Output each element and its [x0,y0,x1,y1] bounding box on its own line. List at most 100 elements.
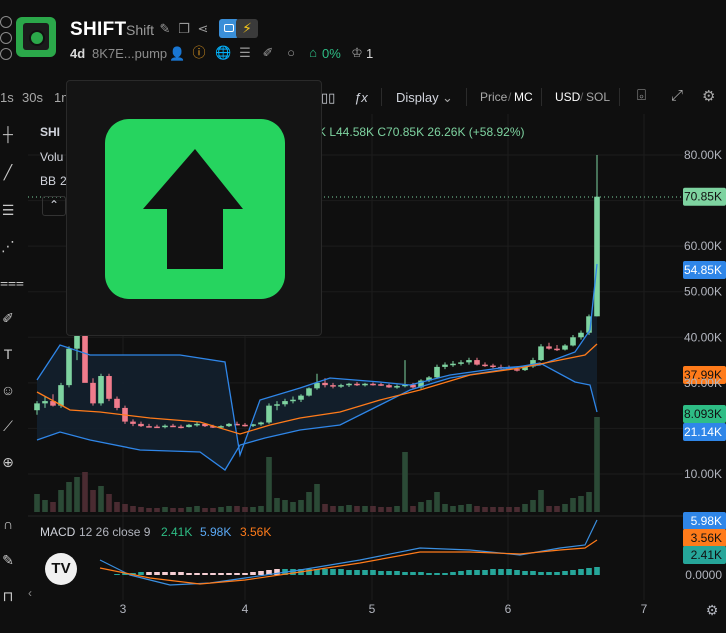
volume-bar [194,506,200,512]
macd-hist-bar [226,573,232,575]
tradingview-logo[interactable]: TV [45,553,77,585]
candle [194,423,200,426]
candle [362,383,368,386]
macd-hist-bar [338,569,344,575]
bb-lower-label: 21.14K [684,425,722,439]
candle [58,385,64,406]
popup-card [66,80,322,336]
volume-bar [298,500,304,512]
macd-hist-bar [258,571,264,575]
volume-bar [82,472,88,512]
volume-bar [218,507,224,512]
volume-bar [234,506,240,512]
last-price-label: 70.85K [684,190,722,204]
candle [298,395,304,400]
candle [186,424,192,428]
popup-arrow-icon [105,119,285,299]
candle [154,426,160,429]
candle [314,382,320,389]
volume-bar [154,508,160,512]
macd-hist-bar [186,573,192,575]
candle [226,423,232,427]
volume-bar [562,504,568,512]
macd-hist-bar [514,570,520,575]
candle [538,346,544,361]
time-tick: 5 [369,602,376,616]
legend-symbol: SHI [40,125,61,139]
volume-bar [370,506,376,512]
macd-hist-bar [218,573,224,575]
volume-bar [450,506,456,512]
macd-hist-bar [162,572,168,575]
candle [354,383,360,386]
macd-hist-bar [498,569,504,575]
candle [458,362,464,364]
candle [170,425,176,428]
candle [146,426,152,428]
legend-ohlc: K L44.58K C70.85K 26.26K (+58.92%) [318,125,525,139]
volume-bar [138,507,144,512]
volume-bar [146,508,152,512]
candle [178,426,184,429]
macd-hist-bar [578,569,584,575]
macd-hist-bar [410,572,416,575]
volume-bar [338,506,344,512]
macd-hist-bar [506,569,512,575]
candle [330,385,336,387]
macd-hist-bar [482,570,488,575]
macd-hist-bar [202,573,208,575]
volume-bar [474,506,480,512]
candle [290,399,296,402]
macd-hist-bar [242,573,248,575]
collapse-legend-button[interactable]: ⌃ [42,196,66,216]
macd-hist-bar [458,571,464,575]
candle [346,383,352,386]
volume-bar [330,506,336,512]
volume-bar [122,504,128,512]
macd-hist-bar [330,569,336,575]
volume-bar [42,500,48,512]
volume-bar [346,505,352,512]
candle [258,422,264,425]
volume-bar [250,507,256,512]
volume-bar [322,504,328,512]
volume-bar [442,504,448,512]
volume-bar [306,492,312,512]
macd-hist-value: 2.41K [161,525,193,539]
macd-hist-bar [562,571,568,575]
candle [466,360,472,363]
volume-bar [170,508,176,512]
macd-hist-bar [586,568,592,575]
price-tick: 30.00K [684,376,722,390]
candle [98,376,104,404]
macd-hist-label: 2.41K [691,548,722,562]
volume-bar [282,500,288,512]
macd-zero-tick: 0.0000 [685,568,722,582]
candle [450,363,456,366]
volume-bar [90,490,96,512]
macd-line-label: 5.98K [691,514,722,528]
macd-hist-bar [146,572,152,575]
time-tick: 7 [641,602,648,616]
candle [242,424,248,427]
volume-bar [114,502,120,512]
legend-volume: Volu [40,150,64,164]
volume-bar [354,506,360,512]
volume-bar [586,492,592,512]
volume-bar [258,506,264,512]
candle [562,345,568,350]
volume-bar [242,507,248,512]
volume-bar [186,507,192,512]
volume-bar [578,496,584,512]
candle [66,348,72,386]
candle [306,388,312,396]
candle [114,398,120,408]
candle [274,404,280,406]
candle [434,366,440,378]
volume-bar [178,508,184,512]
macd-hist-bar [154,572,160,575]
price-tick: 80.00K [684,148,722,162]
candle [322,382,328,386]
candle [34,403,40,411]
macd-hist-bar [530,571,536,575]
